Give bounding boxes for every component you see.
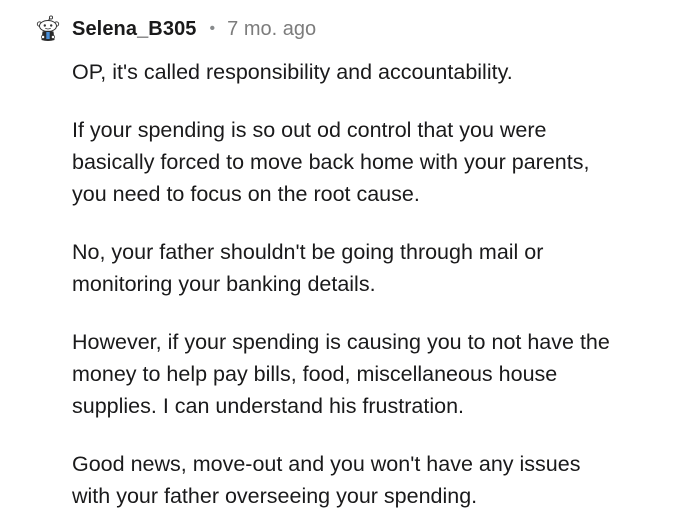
comment-paragraph: However, if your spending is causing you… — [72, 330, 610, 418]
reddit-snoo-avatar-icon[interactable] — [34, 15, 62, 43]
comment-paragraph: No, your father shouldn't be going throu… — [72, 240, 544, 296]
comment-paragraph: If your spending is so out od control th… — [72, 118, 590, 206]
comment-paragraph: Good news, move-out and you won't have a… — [72, 452, 581, 508]
meta-separator: • — [209, 20, 216, 37]
comment-author-username[interactable]: Selena_B305 — [72, 18, 197, 41]
comment-timestamp: 7 mo. ago — [227, 17, 317, 40]
comment-header: Selena_B305 • 7 mo. ago — [34, 12, 316, 46]
comment: Selena_B305 • 7 mo. ago OP, it's called … — [0, 0, 700, 523]
comment-body: OP, it's called responsibility and accou… — [72, 56, 692, 512]
comment-paragraph: OP, it's called responsibility and accou… — [72, 60, 513, 84]
